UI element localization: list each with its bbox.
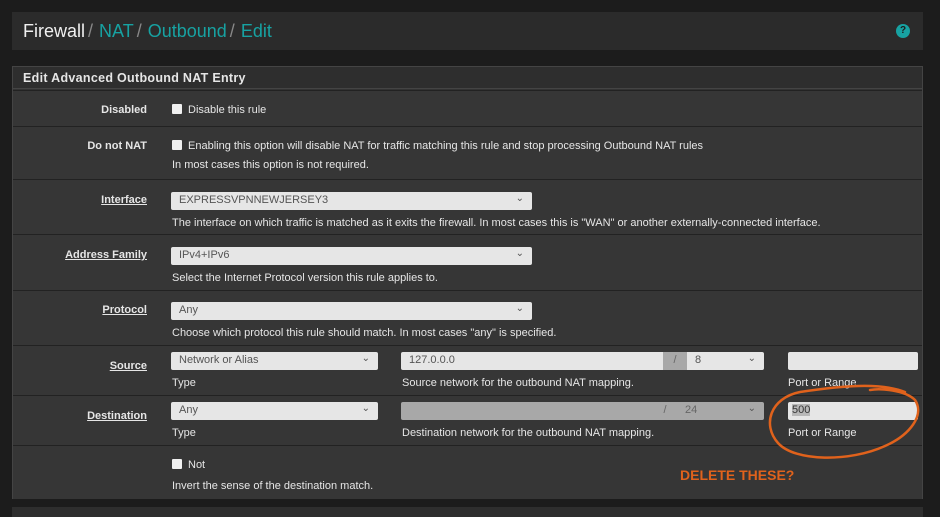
annotation-circle <box>768 384 920 459</box>
annotation-text: DELETE THESE? <box>680 467 795 483</box>
